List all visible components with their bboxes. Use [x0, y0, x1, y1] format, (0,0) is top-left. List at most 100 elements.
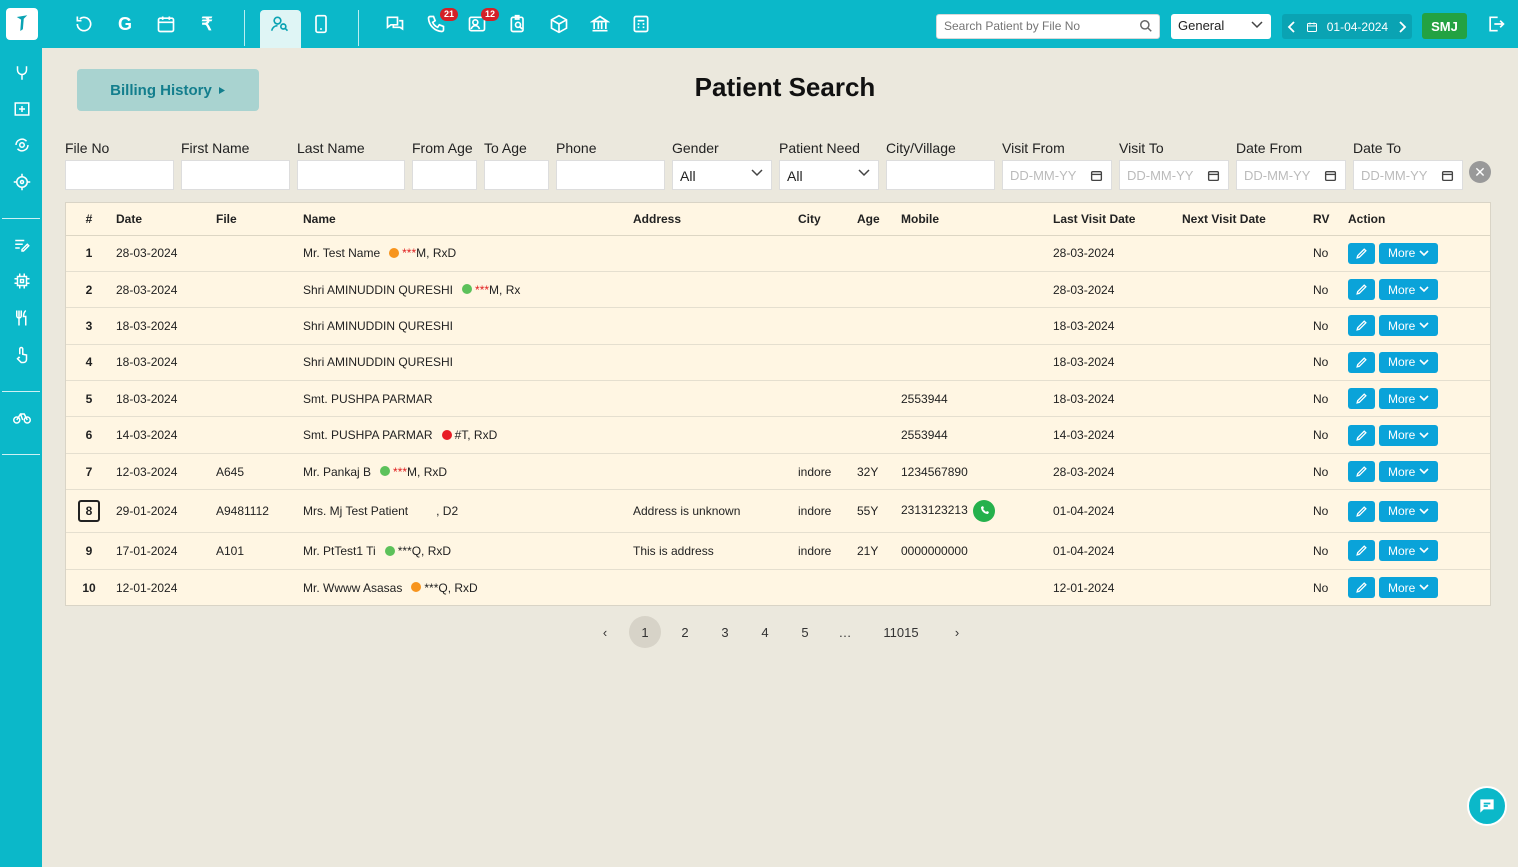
- patient-name[interactable]: Smt. PUSHPA PARMAR: [303, 428, 433, 442]
- date-to-input[interactable]: DD-MM-YY: [1353, 160, 1463, 190]
- cell-name[interactable]: Smt. PUSHPA PARMAR #T, RxD: [299, 416, 629, 454]
- prev-page-button[interactable]: ‹: [585, 616, 625, 648]
- calls-icon[interactable]: 21: [422, 8, 458, 38]
- first-name-input[interactable]: [181, 160, 290, 190]
- edit-button[interactable]: [1348, 351, 1375, 373]
- page-button[interactable]: 4: [745, 616, 785, 648]
- more-button[interactable]: More: [1379, 242, 1439, 264]
- page-ellipsis[interactable]: …: [825, 616, 865, 648]
- more-button[interactable]: More: [1379, 577, 1439, 599]
- edit-button[interactable]: [1348, 500, 1375, 522]
- page-button[interactable]: 1: [629, 616, 661, 648]
- more-button[interactable]: More: [1379, 388, 1439, 410]
- billing-history-button[interactable]: Billing History: [77, 69, 259, 111]
- edit-button[interactable]: [1348, 279, 1375, 301]
- patient-file-search[interactable]: [936, 14, 1160, 39]
- table-row[interactable]: 4 18-03-2024 Shri AMINUDDIN QURESHI 18-0…: [66, 344, 1490, 382]
- edit-button[interactable]: [1348, 577, 1375, 599]
- messages-icon[interactable]: [381, 10, 409, 38]
- cell-name[interactable]: Mrs. Mj Test Patient , D2: [299, 489, 629, 534]
- from-age-input[interactable]: [412, 160, 477, 190]
- edit-button[interactable]: [1348, 242, 1375, 264]
- more-button[interactable]: More: [1379, 540, 1439, 562]
- calculator-icon[interactable]: [627, 10, 655, 38]
- patient-search-icon[interactable]: [266, 10, 294, 38]
- cycle-icon[interactable]: [11, 406, 33, 428]
- mobile-icon[interactable]: [307, 10, 335, 38]
- user-badge[interactable]: SMJ: [1422, 13, 1467, 39]
- patient-name[interactable]: Smt. PUSHPA PARMAR: [303, 392, 433, 406]
- cell-name[interactable]: Mr. Pankaj B ***M, RxD: [299, 453, 629, 491]
- patient-name[interactable]: Shri AMINUDDIN QURESHI: [303, 355, 453, 369]
- page-button[interactable]: 3: [705, 616, 745, 648]
- cell-name[interactable]: Mr. PtTest1 Ti ***Q, RxD: [299, 532, 629, 570]
- patient-name[interactable]: Mr. Test Name: [303, 246, 380, 260]
- g-button[interactable]: G: [111, 10, 139, 38]
- table-row[interactable]: 5 18-03-2024 Smt. PUSHPA PARMAR 2553944 …: [66, 380, 1490, 418]
- city-input[interactable]: [886, 160, 995, 190]
- touch-icon[interactable]: [11, 344, 33, 366]
- visit-from-input[interactable]: DD-MM-YY: [1002, 160, 1112, 190]
- page-button[interactable]: 2: [665, 616, 705, 648]
- cell-name[interactable]: Smt. PUSHPA PARMAR: [299, 380, 629, 418]
- chevron-left-icon[interactable]: [1287, 20, 1297, 33]
- last-page-button[interactable]: 11015: [865, 616, 937, 648]
- patient-name[interactable]: Mrs. Mj Test Patient: [303, 504, 408, 518]
- patient-name[interactable]: Mr. Pankaj B: [303, 465, 371, 479]
- calendar-icon[interactable]: [1324, 169, 1337, 182]
- to-age-input[interactable]: [484, 160, 549, 190]
- edit-button[interactable]: [1348, 315, 1375, 337]
- department-select[interactable]: General: [1171, 14, 1271, 39]
- file-no-input[interactable]: [65, 160, 174, 190]
- logout-icon[interactable]: [1486, 14, 1506, 34]
- calendar-icon[interactable]: [152, 10, 180, 38]
- cell-name[interactable]: Shri AMINUDDIN QURESHI: [299, 344, 629, 382]
- cell-name[interactable]: Mr. Test Name ***M, RxD: [299, 235, 629, 272]
- date-from-input[interactable]: DD-MM-YY: [1236, 160, 1346, 190]
- whatsapp-icon[interactable]: [972, 500, 995, 523]
- clipboard-search-icon[interactable]: [504, 10, 532, 38]
- refresh-icon[interactable]: [70, 10, 98, 38]
- patient-name[interactable]: Mr. PtTest1 Ti: [303, 544, 376, 558]
- clear-filters-icon[interactable]: ✕: [1469, 161, 1491, 183]
- patient-name[interactable]: Shri AMINUDDIN QURESHI: [303, 283, 453, 297]
- more-button[interactable]: More: [1379, 351, 1439, 373]
- edit-button[interactable]: [1348, 388, 1375, 410]
- table-row[interactable]: 9 17-01-2024 A101 Mr. PtTest1 Ti ***Q, Rx…: [66, 532, 1490, 570]
- table-row[interactable]: 8 29-01-2024 A9481112 Mrs. Mj Test Patie…: [66, 489, 1490, 534]
- rupee-icon[interactable]: ₹: [193, 10, 221, 38]
- table-row[interactable]: 2 28-03-2024 Shri AMINUDDIN QURESHI ***M,…: [66, 271, 1490, 309]
- cell-name[interactable]: Mr. Wwww Asasas ***Q, RxD: [299, 569, 629, 605]
- cell-name[interactable]: Shri AMINUDDIN QURESHI: [299, 307, 629, 345]
- table-row[interactable]: 10 12-01-2024 Mr. Wwww Asasas ***Q, RxD 1…: [66, 569, 1490, 605]
- patient-name[interactable]: Shri AMINUDDIN QURESHI: [303, 319, 453, 333]
- table-row[interactable]: 3 18-03-2024 Shri AMINUDDIN QURESHI 18-0…: [66, 307, 1490, 345]
- hospital-icon[interactable]: [11, 98, 33, 120]
- app-logo[interactable]: [6, 8, 38, 40]
- chip-icon[interactable]: [11, 270, 33, 292]
- edit-button[interactable]: [1348, 461, 1375, 483]
- phone-input[interactable]: [556, 160, 665, 190]
- more-button[interactable]: More: [1379, 279, 1439, 301]
- calendar-icon[interactable]: [1207, 169, 1220, 182]
- search-icon[interactable]: [1139, 19, 1153, 33]
- visit-to-input[interactable]: DD-MM-YY: [1119, 160, 1229, 190]
- chevron-right-icon[interactable]: [1397, 20, 1407, 33]
- diet-icon[interactable]: [11, 307, 33, 329]
- cell-name[interactable]: Shri AMINUDDIN QURESHI ***M, Rx: [299, 271, 629, 309]
- page-button[interactable]: 5: [785, 616, 825, 648]
- edit-button[interactable]: [1348, 540, 1375, 562]
- bank-icon[interactable]: [586, 10, 614, 38]
- more-button[interactable]: More: [1379, 461, 1439, 483]
- table-row[interactable]: 7 12-03-2024 A645 Mr. Pankaj B ***M, RxD …: [66, 453, 1490, 491]
- calendar-icon[interactable]: [1441, 169, 1454, 182]
- more-button[interactable]: More: [1379, 500, 1439, 522]
- edit-button[interactable]: [1348, 424, 1375, 446]
- search-input[interactable]: [944, 19, 1134, 33]
- table-row[interactable]: 6 14-03-2024 Smt. PUSHPA PARMAR #T, RxD 2…: [66, 416, 1490, 454]
- gender-select[interactable]: All: [672, 160, 772, 190]
- instruments-icon[interactable]: [11, 62, 33, 84]
- edit-list-icon[interactable]: [11, 234, 33, 256]
- more-button[interactable]: More: [1379, 424, 1439, 446]
- last-name-input[interactable]: [297, 160, 405, 190]
